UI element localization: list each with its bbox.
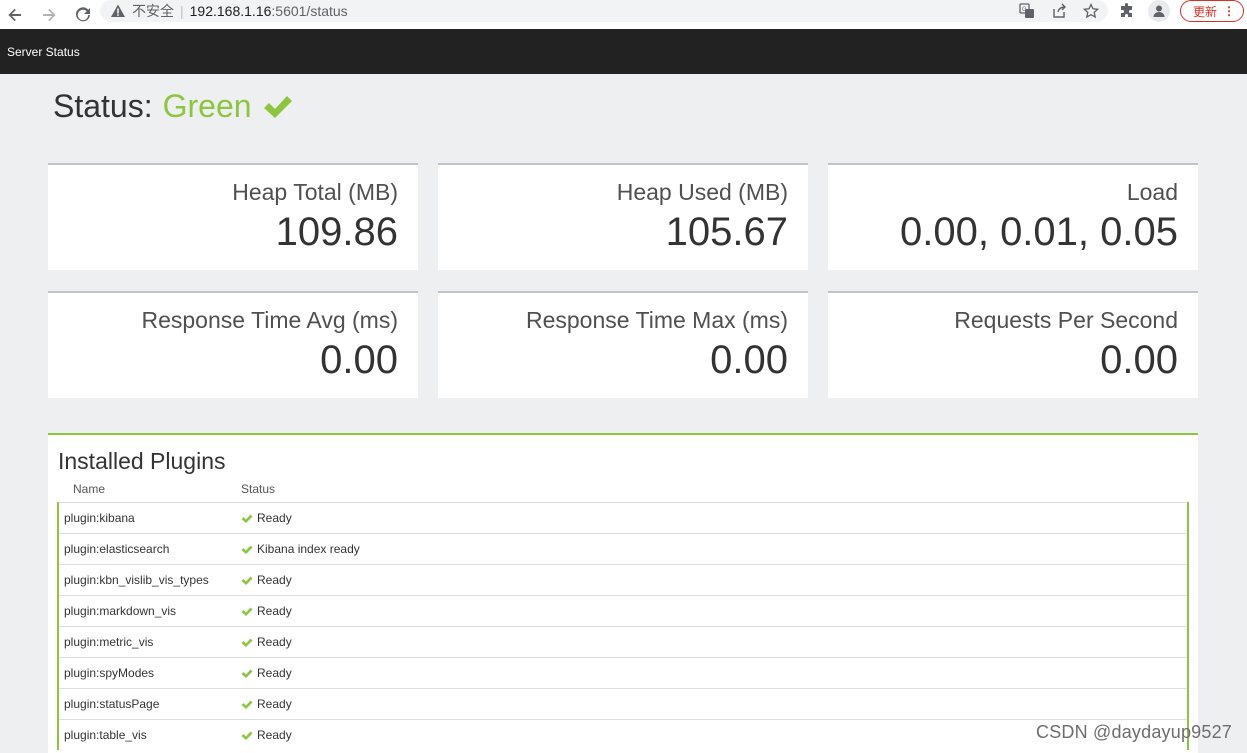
share-icon[interactable] (1050, 2, 1068, 20)
menu-dots-icon: ⋮ (1223, 4, 1235, 18)
metric-value: 109.86 (275, 210, 398, 254)
browser-toolbar: 不安全 | 192.168.1.16:5601/status G 更新 ⋮ (0, 0, 1247, 29)
plugin-status: Ready (241, 604, 292, 618)
plugin-name: plugin:kbn_vislib_vis_types (64, 573, 209, 587)
metric-value: 0.00, 0.01, 0.05 (899, 210, 1178, 254)
check-icon (241, 700, 253, 709)
check-icon (263, 95, 292, 118)
plugin-status-text: Ready (257, 511, 292, 525)
plugin-status-text: Kibana index ready (257, 542, 360, 556)
metric-label: Heap Used (MB) (616, 179, 788, 205)
metric-card-requests-per-second: Requests Per Second 0.00 (828, 291, 1198, 398)
plugin-name: plugin:elasticsearch (64, 542, 170, 556)
back-arrow-icon[interactable] (4, 4, 26, 26)
check-icon (241, 669, 253, 678)
watermark: CSDN @daydayup9527 (1036, 722, 1232, 742)
plugin-status: Ready (241, 666, 292, 680)
metric-label: Heap Total (MB) (232, 179, 398, 205)
check-icon (241, 576, 253, 585)
table-row: plugin:table_vis Ready (59, 719, 1187, 750)
table-row: plugin:metric_vis Ready (59, 626, 1187, 657)
plugin-status: Ready (241, 573, 292, 587)
reload-icon[interactable] (72, 4, 94, 26)
warning-triangle-icon (111, 4, 125, 17)
plugin-status: Ready (241, 511, 292, 525)
plugin-status: Ready (241, 728, 292, 742)
extensions-puzzle-icon[interactable] (1116, 0, 1138, 22)
metric-label: Response Time Max (ms) (525, 307, 788, 333)
url-host: 192.168.1.16 (189, 3, 272, 19)
plugin-name: plugin:kibana (64, 511, 135, 525)
table-row: plugin:statusPage Ready (59, 688, 1187, 719)
app-header: Server Status (0, 29, 1247, 74)
metric-value: 0.00 (710, 338, 788, 382)
status-value: Green (162, 88, 252, 124)
insecure-label: 不安全 (132, 3, 174, 19)
table-row: plugin:kibana Ready (59, 502, 1187, 533)
metric-value: 0.00 (320, 338, 398, 382)
table-row: plugin:kbn_vislib_vis_types Ready (59, 564, 1187, 595)
svg-text:G: G (1022, 7, 1027, 13)
metric-label: Requests Per Second (954, 307, 1178, 333)
url-path: :5601/status (271, 3, 348, 19)
metric-label: Load (1126, 179, 1178, 205)
plugin-name: plugin:table_vis (64, 728, 147, 742)
plugin-name: plugin:statusPage (64, 697, 160, 711)
check-icon (241, 545, 253, 554)
plugins-table: plugin:kibana Ready plugin:elasticsearch… (57, 502, 1189, 750)
metric-label: Response Time Avg (ms) (141, 307, 398, 333)
plugins-title: Installed Plugins (58, 448, 226, 474)
metric-card-heap-used: Heap Used (MB) 105.67 (438, 163, 808, 270)
plugins-panel: Installed Plugins Name Status plugin:kib… (48, 433, 1198, 753)
forward-arrow-icon[interactable] (38, 4, 60, 26)
plugin-status-text: Ready (257, 604, 292, 618)
header-title: Server Status (7, 44, 80, 59)
plugin-name: plugin:spyModes (64, 666, 155, 680)
metric-card-load: Load 0.00, 0.01, 0.05 (828, 163, 1198, 270)
update-button[interactable]: 更新 ⋮ (1180, 0, 1244, 22)
profile-avatar-icon[interactable] (1148, 0, 1170, 22)
bookmark-star-icon[interactable] (1082, 2, 1100, 20)
plugin-status: Ready (241, 697, 292, 711)
table-row: plugin:markdown_vis Ready (59, 595, 1187, 626)
table-row: plugin:spyModes Ready (59, 657, 1187, 688)
status-label: Status: (53, 88, 153, 124)
plugin-name: plugin:metric_vis (64, 635, 154, 649)
status-heading: Status: Green (53, 88, 294, 125)
metric-card-response-avg: Response Time Avg (ms) 0.00 (48, 291, 418, 398)
plugin-status-text: Ready (257, 666, 292, 680)
column-header-name[interactable]: Name (73, 482, 105, 496)
translate-icon[interactable]: G (1018, 2, 1036, 20)
plugin-name: plugin:markdown_vis (64, 604, 177, 618)
plugin-status: Ready (241, 635, 292, 649)
check-icon (241, 607, 253, 616)
plugin-status-text: Ready (257, 635, 292, 649)
update-label: 更新 (1193, 4, 1218, 19)
metric-value: 105.67 (665, 210, 788, 254)
check-icon (241, 731, 253, 740)
plugin-status-text: Ready (257, 728, 292, 742)
check-icon (241, 638, 253, 647)
metric-value: 0.00 (1100, 338, 1178, 382)
plugin-status-text: Ready (257, 697, 292, 711)
table-row: plugin:elasticsearch Kibana index ready (59, 533, 1187, 564)
metric-card-heap-total: Heap Total (MB) 109.86 (48, 163, 418, 270)
address-bar[interactable]: 不安全 | 192.168.1.16:5601/status G (100, 0, 1108, 22)
column-header-status[interactable]: Status (241, 482, 275, 496)
plugin-status: Kibana index ready (241, 542, 360, 556)
metric-card-response-max: Response Time Max (ms) 0.00 (438, 291, 808, 398)
address-separator: | (180, 3, 184, 19)
check-icon (241, 514, 253, 523)
plugin-status-text: Ready (257, 573, 292, 587)
